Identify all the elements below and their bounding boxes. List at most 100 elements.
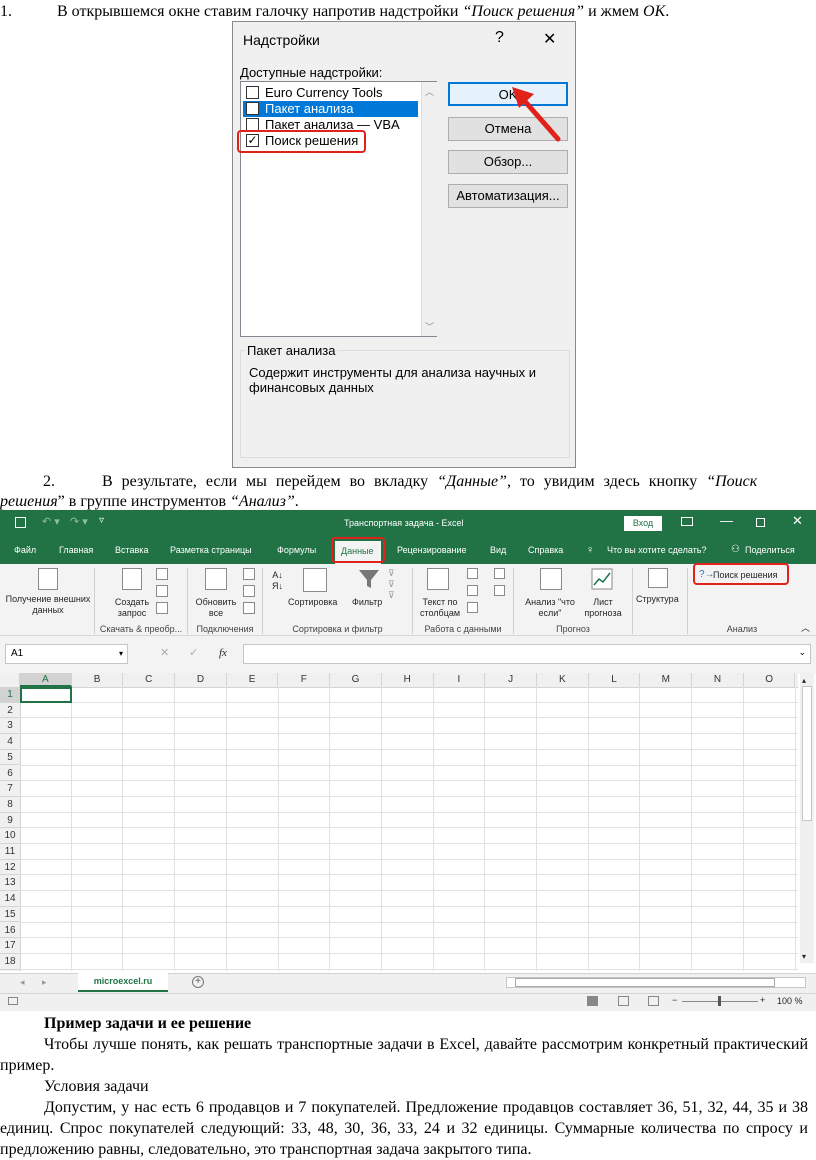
add-sheet-icon[interactable]: + — [192, 976, 204, 988]
scroll-up-icon[interactable]: ▴ — [802, 675, 806, 686]
show-queries-icon[interactable] — [156, 568, 168, 580]
refresh-all-button[interactable]: Обновить все — [190, 597, 242, 619]
checkbox[interactable] — [246, 102, 259, 115]
person-icon[interactable]: ⚇ — [731, 540, 740, 560]
create-query-icon[interactable] — [122, 568, 142, 590]
row-header[interactable]: 17 — [0, 938, 20, 954]
column-header[interactable]: K — [537, 673, 589, 687]
scrollbar[interactable]: ︿ ﹀ — [421, 82, 437, 336]
checkbox[interactable] — [246, 86, 259, 99]
formula-input[interactable]: ⌄ — [243, 644, 811, 664]
column-header[interactable]: O — [744, 673, 796, 687]
tell-me-input[interactable]: Что вы хотите сделать? — [607, 540, 707, 560]
sort-az-icon[interactable]: А↓ Я↓ — [272, 570, 283, 592]
redo-icon[interactable]: ↷ ▾ — [70, 515, 88, 528]
active-cell[interactable] — [20, 687, 72, 703]
list-item[interactable]: Пакет анализа — [243, 101, 418, 117]
remove-duplicates-icon[interactable] — [467, 585, 478, 596]
macro-record-icon[interactable] — [8, 997, 18, 1005]
browse-button[interactable]: Обзор... — [448, 150, 568, 174]
tab-page-layout[interactable]: Разметка страницы — [170, 540, 252, 560]
row-header[interactable]: 12 — [0, 860, 20, 876]
undo-icon[interactable]: ↶ ▾ — [42, 515, 60, 528]
cancel-icon[interactable]: ✕ — [160, 648, 169, 659]
edit-links-icon[interactable] — [243, 602, 255, 614]
minimize-icon[interactable]: — — [720, 513, 733, 528]
outline-button[interactable]: Структура — [636, 594, 679, 605]
column-header[interactable]: J — [485, 673, 537, 687]
scroll-down-icon[interactable]: ▾ — [802, 951, 806, 962]
page-break-view-icon[interactable] — [648, 996, 659, 1006]
column-header[interactable]: H — [382, 673, 434, 687]
maximize-icon[interactable] — [756, 518, 765, 527]
column-header[interactable]: F — [279, 673, 331, 687]
zoom-out-icon[interactable]: − — [672, 995, 677, 1006]
row-header[interactable]: 7 — [0, 781, 20, 797]
normal-view-icon[interactable] — [587, 996, 598, 1006]
share-button[interactable]: Поделиться — [745, 540, 795, 560]
zoom-in-icon[interactable]: + — [760, 995, 765, 1006]
row-header[interactable]: 8 — [0, 797, 20, 813]
row-header[interactable]: 1 — [0, 687, 20, 703]
filter-button[interactable]: Фильтр — [352, 597, 382, 608]
clear-filter-icon[interactable]: ⊽ ⊽ ⊽ — [388, 568, 395, 601]
tab-formulas[interactable]: Формулы — [277, 540, 316, 560]
scroll-left-icon[interactable]: ◂ — [20, 977, 25, 988]
row-header[interactable]: 15 — [0, 907, 20, 923]
row-header[interactable]: 18 — [0, 954, 20, 970]
chevron-down-icon[interactable]: ⌄ — [798, 647, 806, 658]
close-icon[interactable]: ✕ — [543, 29, 556, 49]
login-button[interactable]: Вход — [624, 516, 662, 531]
row-header[interactable]: 10 — [0, 828, 20, 844]
tab-help[interactable]: Справка — [528, 540, 563, 560]
insert-function-icon[interactable]: fx — [219, 648, 227, 659]
row-header[interactable]: 9 — [0, 813, 20, 829]
collapse-ribbon-icon[interactable]: ︿ — [801, 623, 810, 634]
column-header[interactable]: B — [72, 673, 124, 687]
name-box[interactable]: A1 ▾ — [5, 644, 128, 664]
flash-fill-icon[interactable] — [467, 568, 478, 579]
save-icon[interactable] — [15, 517, 26, 528]
tab-view[interactable]: Вид — [490, 540, 506, 560]
customize-qat-icon[interactable]: ▿ — [99, 515, 104, 526]
text-to-columns-button[interactable]: Текст по столбцам — [414, 597, 466, 619]
data-validation-icon[interactable] — [467, 602, 478, 613]
zoom-slider-thumb[interactable] — [718, 996, 721, 1006]
tab-insert[interactable]: Вставка — [115, 540, 148, 560]
properties-icon[interactable] — [243, 585, 255, 597]
column-header[interactable]: A — [20, 673, 72, 687]
scroll-up-icon[interactable]: ︿ — [425, 85, 434, 98]
close-window-icon[interactable]: ✕ — [792, 513, 803, 529]
outline-icon[interactable] — [648, 568, 668, 588]
row-header[interactable]: 2 — [0, 703, 20, 719]
what-if-icon[interactable] — [540, 568, 562, 590]
page-layout-view-icon[interactable] — [618, 996, 629, 1006]
column-header[interactable]: N — [692, 673, 744, 687]
tab-home[interactable]: Главная — [59, 540, 93, 560]
text-to-columns-icon[interactable] — [427, 568, 449, 590]
column-header[interactable]: D — [175, 673, 227, 687]
consolidate-icon[interactable] — [494, 568, 505, 579]
tab-review[interactable]: Рецензирование — [397, 540, 467, 560]
sort-button[interactable]: Сортировка — [288, 597, 337, 608]
from-table-icon[interactable] — [156, 585, 168, 597]
zoom-level[interactable]: 100 % — [777, 996, 803, 1007]
what-if-button[interactable]: Анализ "что если" — [520, 597, 580, 619]
scroll-right-icon[interactable]: ▸ — [42, 977, 47, 988]
create-query-button[interactable]: Создать запрос — [110, 597, 154, 619]
scroll-thumb[interactable] — [802, 686, 812, 821]
filter-icon[interactable] — [358, 568, 380, 590]
column-header[interactable]: M — [640, 673, 693, 687]
enter-icon[interactable]: ✓ — [189, 648, 198, 659]
row-header[interactable]: 5 — [0, 750, 20, 766]
row-header[interactable]: 14 — [0, 891, 20, 907]
column-header[interactable]: L — [589, 673, 641, 687]
hscroll-thumb[interactable] — [515, 978, 775, 987]
column-header[interactable]: G — [330, 673, 382, 687]
ribbon-display-icon[interactable] — [681, 517, 693, 526]
select-all-corner[interactable] — [0, 673, 20, 687]
recent-sources-icon[interactable] — [156, 602, 168, 614]
row-header[interactable]: 6 — [0, 766, 20, 782]
row-header[interactable]: 16 — [0, 923, 20, 939]
forecast-sheet-icon[interactable] — [591, 568, 613, 590]
